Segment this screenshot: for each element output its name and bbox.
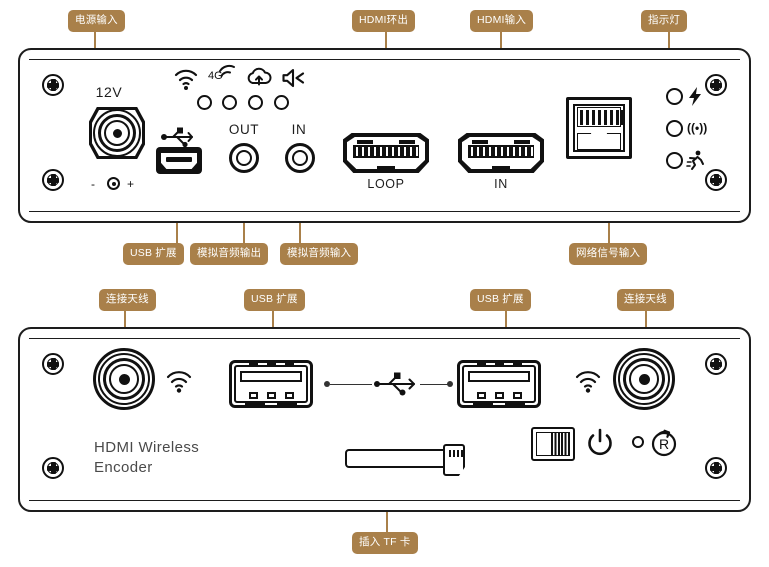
brand-line-1: HDMI Wireless [94,439,200,456]
rear-screw-bottom-left [42,457,64,479]
callout-label-hdmi-loop: HDMI环出 [352,10,416,32]
callout-label-usb-expand-1: USB 扩展 [244,289,305,311]
screw-top-right [705,74,727,96]
usb-a-port-right[interactable] [457,360,541,408]
diagram-canvas: 电源输入 HDMI环出 HDMI输入 指示灯 USB 扩展 模拟音频输出 模拟音… [0,0,769,567]
led-indicator-activity [666,152,683,169]
usb-a-port-left[interactable] [229,360,313,408]
reset-label: R [658,436,670,452]
led-indicator-power [666,88,683,105]
audio-mute-icon [282,68,305,88]
usb-link-dot-right [447,381,453,387]
callout-label-lan-input: 网络信号输入 [569,243,648,265]
dc-power-jack[interactable] [89,101,145,165]
brand-line-2: Encoder [94,459,153,477]
callout-label-audio-out: 模拟音频输出 [190,243,269,265]
rear-screw-top-left [42,353,64,375]
polarity-indicator: - + [91,177,135,191]
power-slide-switch[interactable] [531,427,575,461]
hdmi-in-port[interactable] [458,133,544,173]
panel-seam-top [29,59,740,60]
led-4g [222,95,237,110]
cloud-upload-icon [247,67,272,86]
audio-out-label: OUT [228,122,260,137]
callout-label-usb-expand-top: USB 扩展 [123,243,184,265]
power-bolt-icon [689,87,701,106]
antenna-connector-right[interactable] [613,348,675,410]
rear-panel-seam-bottom [29,500,740,501]
led-indicator-signal [666,120,683,137]
screw-bottom-right [705,169,727,191]
rear-screw-top-right [705,353,727,375]
callout-label-antenna-right: 连接天线 [617,289,674,311]
screw-bottom-left [42,169,64,191]
usb-link-line-left [330,384,372,385]
led-audio [274,95,289,110]
usb-link-line-right [420,384,448,385]
screw-top-left [42,74,64,96]
callout-label-tf-card: 插入 TF 卡 [352,532,418,554]
led-wifi [197,95,212,110]
led-status-rear [632,436,644,448]
callout-label-usb-expand-2: USB 扩展 [470,289,531,311]
rear-panel-seam-top [29,338,740,339]
callout-label-audio-in: 模拟音频输入 [280,243,359,265]
callout-label-antenna-left: 连接天线 [99,289,156,311]
microsd-card-icon [443,444,465,476]
callout-label-hdmi-in: HDMI输入 [470,10,534,32]
power-voltage-label: 12V [95,84,123,100]
rear-screw-bottom-right [705,457,727,479]
audio-out-jack[interactable] [229,143,259,173]
led-cloud [248,95,263,110]
wifi-icon-right [575,371,601,393]
antenna-connector-left[interactable] [93,348,155,410]
rj45-ethernet-port[interactable] [566,97,632,159]
usb-symbol-icon [161,127,193,148]
audio-in-jack[interactable] [285,143,315,173]
hdmi-loop-port-label: LOOP [367,177,405,191]
usb-symbol-icon-center [374,372,415,396]
wifi-icon [174,69,198,90]
running-icon [686,150,704,170]
mini-usb-port[interactable] [156,147,202,174]
wifi-icon-left [166,371,192,393]
callout-label-indicators: 指示灯 [641,10,688,32]
brand-text: HDMI Wireless Encoder [94,438,199,479]
audio-in-label: IN [291,122,307,137]
4g-icon [219,64,235,77]
hdmi-loop-port[interactable] [343,133,429,173]
signal-icon: ((•)) [687,121,708,135]
tf-card-slot[interactable] [345,449,449,468]
panel-seam-bottom [29,211,740,212]
hdmi-in-port-label: IN [494,177,508,191]
callout-label-power-input: 电源输入 [68,10,125,32]
power-icon [588,428,612,456]
